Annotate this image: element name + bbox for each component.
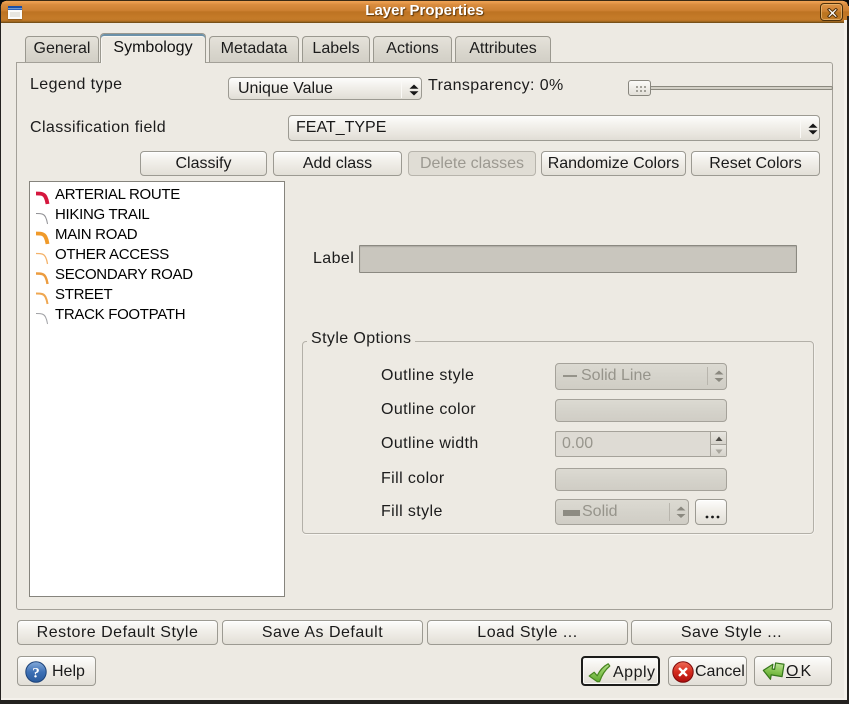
svg-text:?: ?: [32, 666, 40, 682]
